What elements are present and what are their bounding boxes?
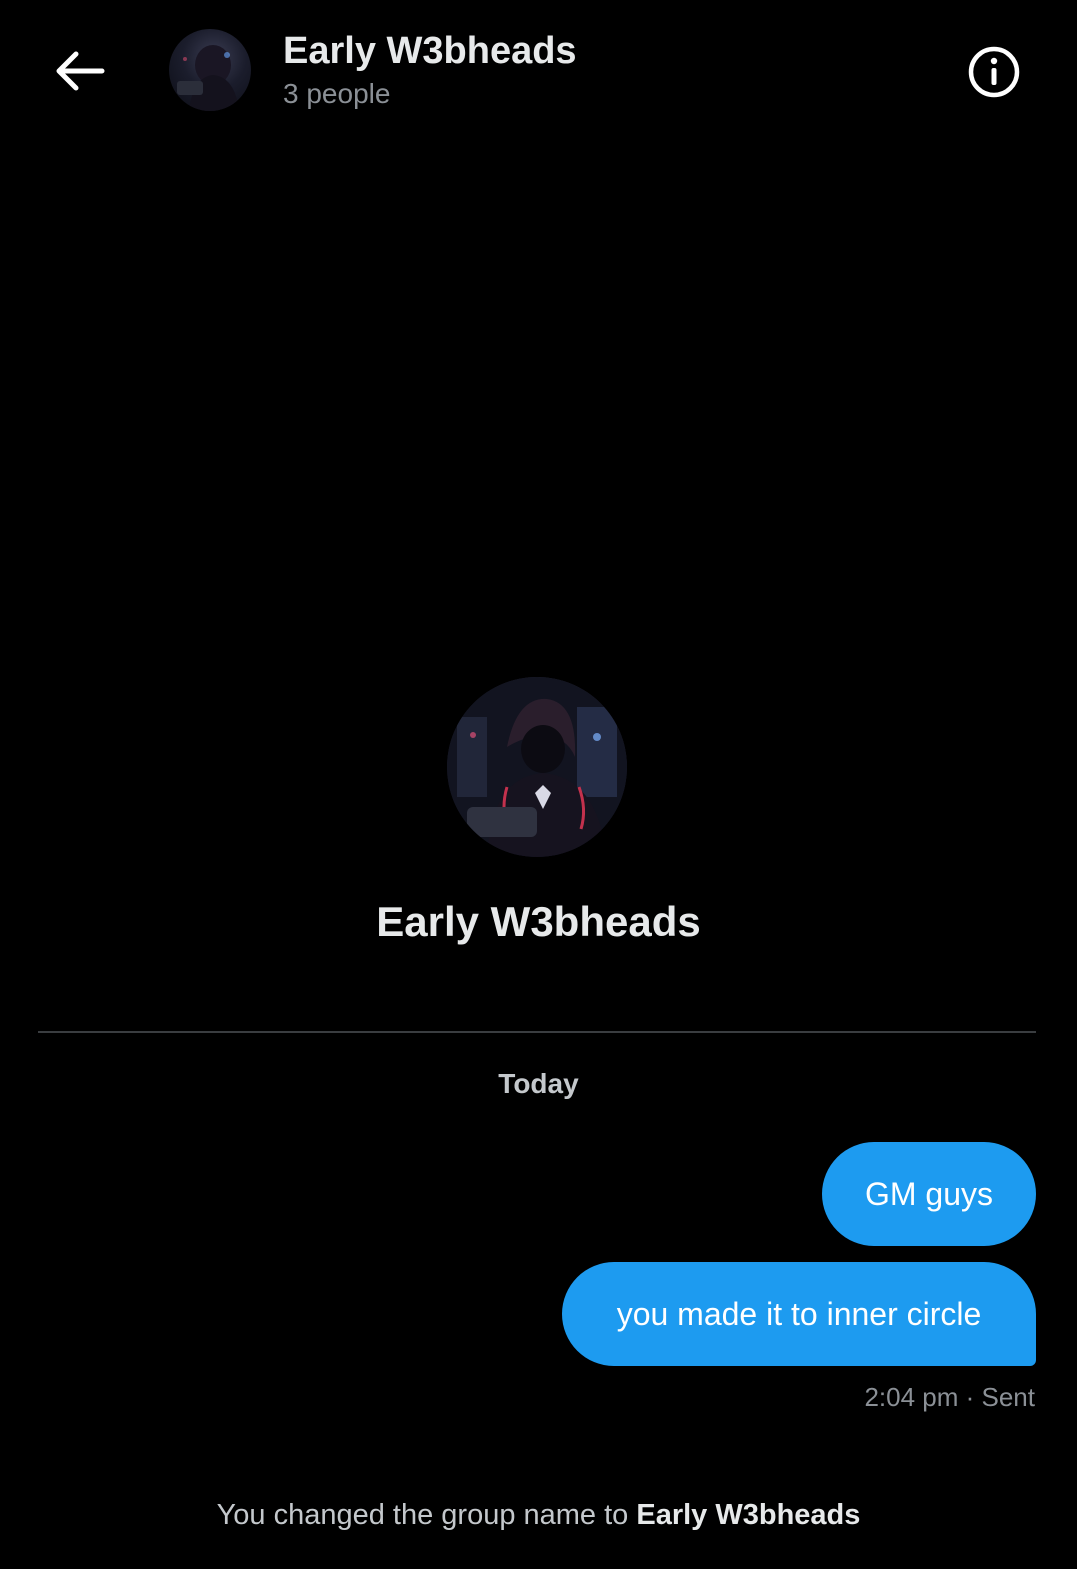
- divider: [38, 1031, 1036, 1033]
- info-circle-icon: [968, 46, 1020, 98]
- message-status: 2:04 pm · Sent: [864, 1382, 1035, 1412]
- back-button[interactable]: [50, 46, 108, 96]
- arrow-left-icon: [56, 51, 105, 91]
- hooded-figure-image: [177, 45, 239, 111]
- group-avatar-large: [447, 677, 627, 857]
- date-separator: Today: [498, 1068, 579, 1099]
- info-button[interactable]: [966, 44, 1022, 100]
- conversation-title[interactable]: Early W3bheads: [283, 30, 577, 73]
- conversation-header: Early W3bheads 3 people: [0, 0, 1077, 140]
- system-message: You changed the group name to Early W3bh…: [0, 1499, 1077, 1532]
- message-bubble[interactable]: you made it to inner circle: [562, 1262, 1036, 1366]
- participant-count: 3 people: [283, 78, 391, 109]
- group-avatar-small[interactable]: [169, 29, 251, 111]
- hooded-figure-image: [447, 677, 627, 857]
- message-bubble[interactable]: GM guys: [822, 1142, 1036, 1246]
- group-name: Early W3bheads: [376, 898, 701, 945]
- system-message-group-name: Early W3bheads: [636, 1499, 861, 1531]
- system-message-text: You changed the group name to: [216, 1499, 637, 1531]
